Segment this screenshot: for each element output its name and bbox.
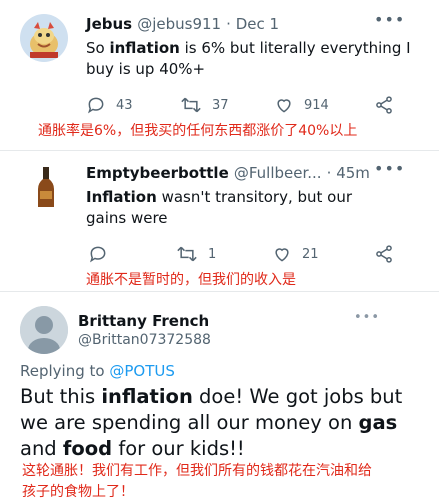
more-options-icon[interactable]: ••• — [374, 159, 405, 178]
tweet-card-brittany-french[interactable]: Brittany French @Brittan07372588 ••• Rep… — [0, 292, 439, 504]
tweet-timestamp[interactable]: · 45m — [327, 164, 370, 182]
reply-icon — [90, 246, 106, 263]
dragon-avatar-icon — [20, 14, 68, 62]
avatar-brittany-french[interactable] — [20, 306, 68, 354]
tweet-card-jebus[interactable]: Jebus @jebus911 · Dec 1 ••• So inflation… — [0, 0, 439, 150]
reply-button[interactable]: 43 — [86, 95, 133, 115]
reply-icon — [88, 97, 104, 114]
display-name[interactable]: Brittany French — [78, 312, 209, 330]
like-count: 21 — [302, 246, 319, 262]
like-button[interactable]: 21 — [272, 244, 319, 264]
like-icon — [277, 99, 291, 113]
share-icon — [376, 96, 392, 114]
beer-bottle-avatar-icon — [38, 167, 54, 207]
translation-caption: 通胀不是暂时的，但我们的收入是 — [86, 272, 296, 288]
tweet-timestamp[interactable]: · Dec 1 — [226, 15, 279, 33]
tweet-text: Inflation wasn't transitory, but our gai… — [86, 188, 353, 227]
retweet-icon — [181, 97, 201, 113]
tweet-text: But this inflation doe! We got jobs but … — [20, 385, 403, 460]
display-name[interactable]: Emptybeerbottle — [86, 164, 229, 182]
like-icon — [275, 248, 289, 262]
translation-caption-line-1: 这轮通胀！我们有工作，但我们所有的钱都花在汽油和给 — [22, 463, 372, 479]
translation-caption-line-2: 孩子的食物上了！ — [22, 484, 134, 500]
user-handle[interactable]: @Brittan07372588 — [78, 332, 211, 348]
tweet-text: So inflation is 6% but literally everyth… — [86, 39, 411, 78]
user-handle[interactable]: @jebus911 — [137, 15, 221, 33]
retweet-icon — [177, 246, 197, 262]
avatar-jebus[interactable] — [20, 14, 68, 62]
like-count: 914 — [304, 97, 329, 113]
translation-caption: 通胀率是6%，但我买的任何东西都涨价了40%以上 — [38, 123, 358, 139]
share-button[interactable] — [374, 244, 394, 264]
reply-count: 43 — [116, 97, 133, 113]
share-button[interactable] — [374, 95, 394, 115]
tweet-card-emptybeerbottle[interactable]: Emptybeerbottle @Fullbeer... · 45m ••• I… — [0, 151, 439, 291]
replying-to-line: Replying to @POTUS — [20, 362, 175, 380]
display-name[interactable]: Jebus — [86, 15, 132, 33]
retweet-button[interactable]: 37 — [180, 95, 229, 115]
like-button[interactable]: 914 — [274, 95, 329, 115]
mention-link[interactable]: @POTUS — [109, 362, 175, 380]
retweet-count: 1 — [208, 246, 217, 262]
more-options-icon[interactable]: ••• — [374, 10, 405, 29]
share-icon — [376, 245, 392, 263]
more-options-icon[interactable]: ••• — [354, 310, 380, 325]
default-avatar-icon — [20, 306, 68, 354]
retweet-count: 37 — [212, 97, 229, 113]
user-handle[interactable]: @Fullbeer... — [234, 164, 322, 182]
reply-button[interactable] — [88, 244, 118, 264]
avatar-emptybeerbottle[interactable] — [22, 163, 70, 211]
retweet-button[interactable]: 1 — [176, 244, 216, 264]
